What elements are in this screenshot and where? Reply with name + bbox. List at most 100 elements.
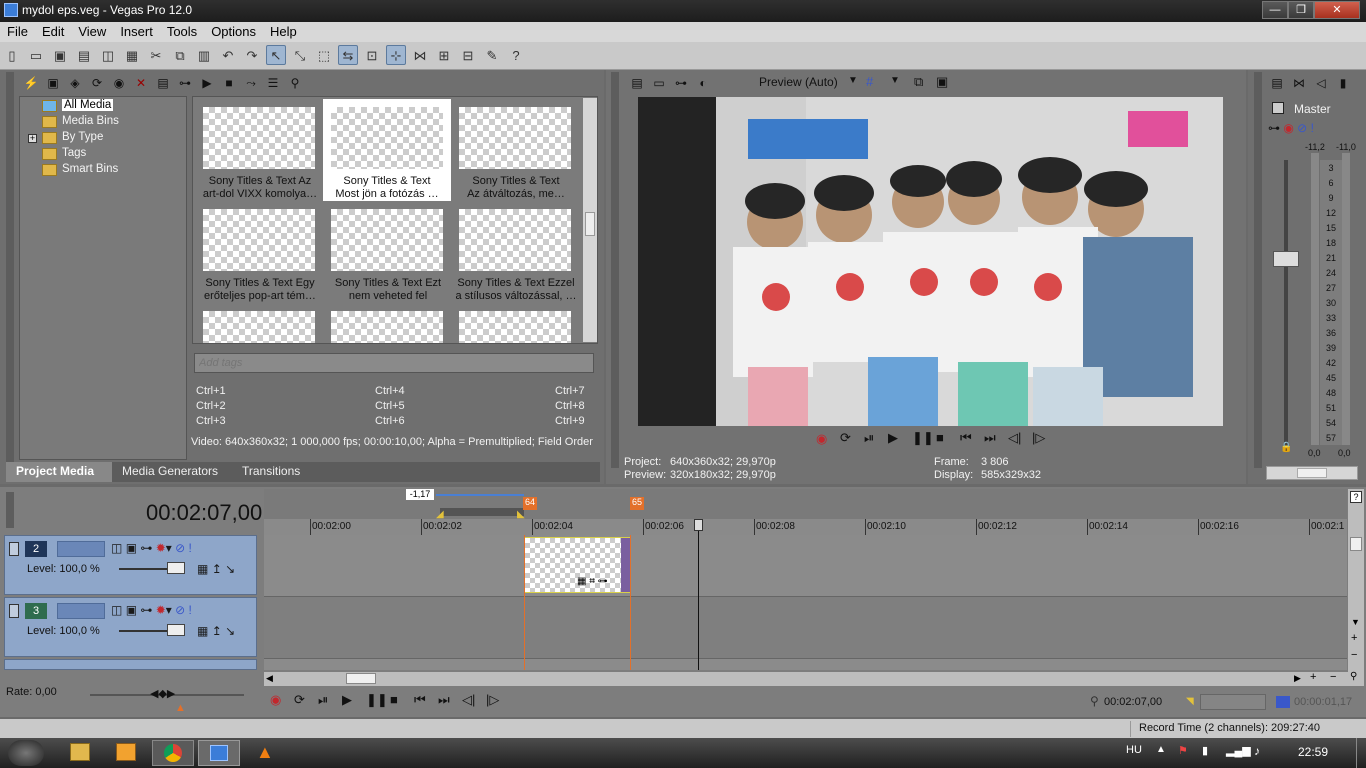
shortcut-slot[interactable]: Ctrl+7: [555, 385, 585, 397]
mute-icon[interactable]: ⊘: [175, 541, 185, 555]
level-slider-handle[interactable]: [167, 562, 185, 574]
loop-icon[interactable]: ⟳: [840, 430, 851, 446]
track-fx-icon[interactable]: ⊶: [140, 603, 152, 617]
master-hscrollbar[interactable]: [1266, 466, 1358, 480]
level-slider-handle[interactable]: [167, 624, 185, 636]
video-fx-icon[interactable]: ⊶: [672, 74, 690, 92]
time-ruler[interactable]: 00:02:00 00:02:02 00:02:04 00:02:06 00:02:08…: [264, 519, 1347, 535]
zoom-in-horizontal-icon[interactable]: +: [1310, 671, 1316, 683]
auto-crossfade-icon[interactable]: ⋈: [410, 46, 430, 66]
zoom-out-horizontal-icon[interactable]: −: [1330, 671, 1336, 683]
brush-icon[interactable]: ✎: [482, 46, 502, 66]
thumbnails-scrollbar[interactable]: [583, 98, 597, 342]
search-icon[interactable]: ⚲: [286, 74, 304, 92]
record-icon[interactable]: ◉: [270, 692, 281, 708]
copy-snapshot-icon[interactable]: ⧉: [914, 74, 923, 90]
stop-icon[interactable]: ■: [390, 692, 398, 707]
track-record-icon[interactable]: ✹: [156, 603, 166, 617]
paste-icon[interactable]: ▥: [194, 46, 214, 66]
import-media-icon[interactable]: ⚡: [22, 74, 40, 92]
tab-project-media[interactable]: Project Media: [6, 462, 112, 482]
master-fader-handle[interactable]: [1273, 251, 1299, 267]
menu-help[interactable]: Help: [263, 22, 304, 39]
vlc-taskbar-icon[interactable]: ▲: [256, 742, 274, 763]
event-pan-crop-icon[interactable]: ⌗: [589, 576, 595, 587]
track-minimize-icon[interactable]: [9, 542, 19, 556]
zoom-in-vertical-icon[interactable]: +: [1351, 632, 1357, 644]
network-icon[interactable]: ▂▄▆: [1226, 744, 1251, 757]
timeline-timecode[interactable]: 00:02:07,00: [146, 500, 262, 526]
track-fx-icon[interactable]: ⊶: [140, 541, 152, 555]
menu-tools[interactable]: Tools: [160, 22, 204, 39]
go-to-start-icon[interactable]: ⏮: [960, 430, 972, 446]
rate-slider-handle[interactable]: ◀◆▶: [150, 687, 175, 700]
media-thumbnail[interactable]: Sony Titles & Text Az art-dol VIXX komoly…: [195, 99, 319, 200]
menu-edit[interactable]: Edit: [35, 22, 71, 39]
tree-item-by-type[interactable]: By Type: [42, 131, 103, 147]
open-icon[interactable]: ▭: [26, 46, 46, 66]
cursor-position-field[interactable]: 00:02:07,00: [1104, 694, 1174, 710]
make-compositing-parent-icon[interactable]: ↥: [212, 624, 222, 638]
zoom-tool-icon[interactable]: ⚲: [1350, 671, 1357, 682]
selection-tool-icon[interactable]: ⬚: [314, 46, 334, 66]
menu-view[interactable]: View: [71, 22, 113, 39]
tree-item-all-media[interactable]: All Media: [42, 99, 114, 115]
track-motion-icon[interactable]: ◫: [111, 541, 122, 555]
whats-this-help-icon[interactable]: ?: [506, 46, 526, 66]
vscroll-thumb[interactable]: [1350, 537, 1362, 551]
shortcut-slot[interactable]: Ctrl+3: [196, 415, 226, 427]
shortcut-slot[interactable]: Ctrl+8: [555, 400, 585, 412]
shortcut-slot[interactable]: Ctrl+2: [196, 400, 226, 412]
scroll-down-icon[interactable]: ▼: [1351, 617, 1360, 627]
event-generator-icon[interactable]: ⊶: [598, 576, 608, 587]
playhead-cursor[interactable]: [698, 519, 699, 670]
external-monitor-icon[interactable]: ▭: [650, 74, 668, 92]
selection-start-field[interactable]: [1200, 694, 1266, 710]
copy-icon[interactable]: ⧉: [170, 46, 190, 66]
media-thumbnail[interactable]: Sony Titles & Text Ezt nem veheted fel: [323, 201, 447, 302]
media-thumbnail[interactable]: Sony Titles & Text Ezzel a stílusos válto…: [451, 201, 577, 302]
new-icon[interactable]: ▯: [2, 46, 22, 66]
media-properties-icon[interactable]: ▤: [154, 74, 172, 92]
save-icon[interactable]: ▣: [50, 46, 70, 66]
track-name-field[interactable]: [57, 603, 105, 619]
solo-icon[interactable]: !: [189, 603, 192, 617]
next-frame-icon[interactable]: |▷: [486, 692, 499, 708]
menu-file[interactable]: File: [0, 22, 35, 39]
make-compositing-parent-icon[interactable]: ↥: [212, 562, 222, 576]
timeline-grip[interactable]: [6, 492, 14, 528]
meter-icon[interactable]: ▮: [1334, 74, 1352, 92]
track-name-field[interactable]: [57, 541, 105, 557]
marker-help-icon[interactable]: ?: [1350, 491, 1362, 503]
explorer-taskbar-icon[interactable]: [70, 743, 90, 761]
pause-icon[interactable]: ❚❚: [912, 430, 934, 446]
overlays-icon[interactable]: #: [866, 74, 873, 89]
shortcut-slot[interactable]: Ctrl+1: [196, 385, 226, 397]
master-record-icon[interactable]: ◉: [1283, 121, 1293, 135]
normal-edit-tool-icon[interactable]: ↖: [266, 45, 286, 65]
track-lane-3[interactable]: [264, 597, 1347, 659]
previous-frame-icon[interactable]: ◁|: [462, 692, 475, 708]
tab-transitions[interactable]: Transitions: [232, 462, 328, 482]
envelope-tool-icon[interactable]: ⤡: [290, 46, 310, 66]
tab-media-generators[interactable]: Media Generators: [112, 462, 232, 482]
media-thumbnail[interactable]: [195, 303, 319, 343]
menu-options[interactable]: Options: [204, 22, 263, 39]
preview-quality-select[interactable]: Preview (Auto): [759, 75, 838, 89]
go-to-end-icon[interactable]: ⏭: [984, 430, 996, 446]
chevron-down-icon[interactable]: ▼: [848, 75, 858, 86]
action-center-icon[interactable]: ⚑: [1178, 744, 1188, 757]
show-hidden-icons-icon[interactable]: ▲: [1156, 744, 1166, 755]
panel-grip[interactable]: [1254, 72, 1262, 468]
master-mute-icon[interactable]: ⊘: [1297, 121, 1307, 135]
speaker-icon[interactable]: ◁: [1312, 74, 1330, 92]
shortcut-slot[interactable]: Ctrl+6: [375, 415, 405, 427]
media-thumbnail[interactable]: [323, 303, 447, 343]
expand-icon[interactable]: +: [28, 134, 37, 143]
timeline-vscrollbar[interactable]: ? ▼ + −: [1348, 489, 1364, 674]
master-fx-icon[interactable]: ⊶: [1268, 121, 1280, 135]
maximize-button[interactable]: ❐: [1288, 1, 1314, 19]
play-from-start-icon[interactable]: ⏯: [864, 430, 874, 446]
media-player-taskbar-icon[interactable]: [116, 743, 136, 761]
track-record-icon[interactable]: ✹: [156, 541, 166, 555]
